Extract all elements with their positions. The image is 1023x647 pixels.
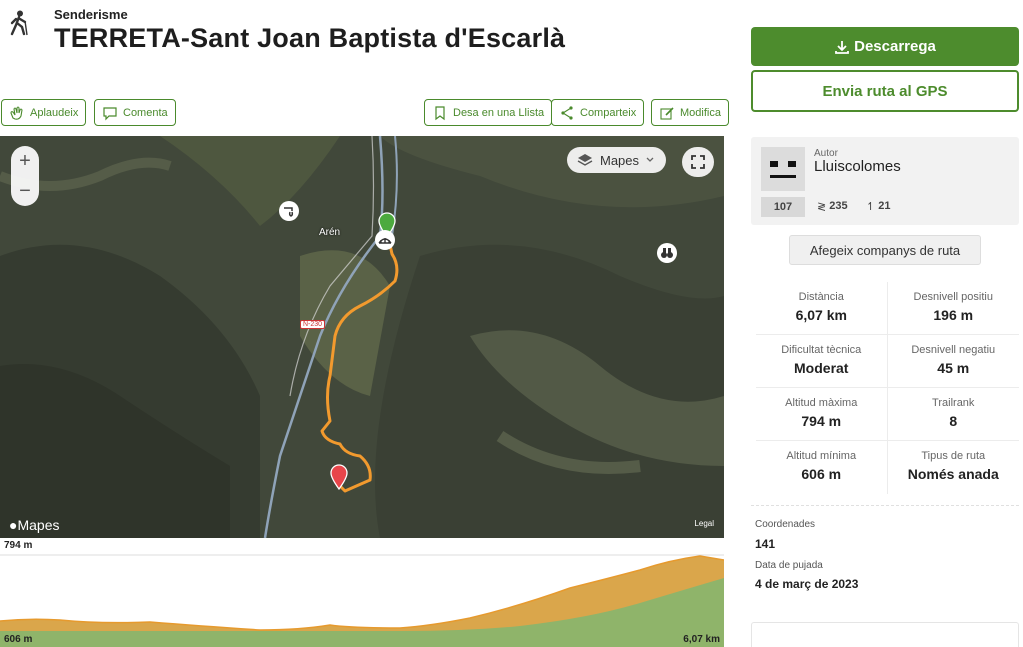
send-gps-button[interactable]: Envia ruta al GPS: [751, 70, 1019, 112]
viewpoint-poi-icon[interactable]: [656, 242, 678, 264]
water-poi-icon[interactable]: [278, 200, 300, 222]
download-button[interactable]: Descarrega: [751, 27, 1019, 66]
bookmark-icon: [435, 105, 445, 120]
trail-count: 235: [829, 200, 848, 212]
elevation-distance-label: 6,07 km: [683, 634, 720, 645]
avatar[interactable]: [761, 147, 805, 191]
map-brand-label: Mapes: [17, 517, 60, 533]
edit-icon: [660, 106, 674, 120]
trail-stats: Distància 6,07 km Desnivell positiu 196 m …: [756, 282, 1019, 494]
add-companions-button[interactable]: Afegeix companys de ruta: [789, 235, 981, 265]
zoom-out-button[interactable]: −: [19, 179, 31, 203]
elevation-max-label: 794 m: [4, 540, 33, 551]
download-icon: [835, 40, 850, 54]
author-followers-stat: ↿ 21: [866, 200, 890, 213]
stat-value: 45 m: [937, 360, 970, 376]
stat-row: Dificultat tècnica Moderat Desnivell nega…: [756, 335, 1019, 388]
stat-label: Trailrank: [932, 397, 975, 409]
stat-elevation-loss: Desnivell negatiu 45 m: [888, 335, 1020, 387]
stat-distance: Distància 6,07 km: [756, 282, 888, 334]
follower-count: 21: [878, 200, 891, 212]
save-list-button[interactable]: Desa en una Llista: [424, 99, 553, 126]
end-marker-icon[interactable]: [329, 464, 349, 490]
stat-elevation-gain: Desnivell positiu 196 m: [888, 282, 1020, 334]
stat-row: Distància 6,07 km Desnivell positiu 196 m: [756, 282, 1019, 335]
follower-icon: ↿: [866, 201, 876, 213]
stat-row: Altitud màxima 794 m Trailrank 8: [756, 388, 1019, 441]
page-title: TERRETA-Sant Joan Baptista d'Escarlà: [54, 23, 566, 53]
stat-label: Altitud màxima: [785, 397, 858, 409]
stat-value: 606 m: [801, 466, 842, 482]
fullscreen-icon: [691, 155, 705, 169]
stat-trailrank: Trailrank 8: [888, 388, 1020, 440]
map-type-selector[interactable]: Mapes: [567, 147, 667, 173]
road-label: N-230: [300, 320, 326, 329]
stat-value: 196 m: [933, 307, 974, 323]
author-trails-stat: ≷ 235: [817, 200, 848, 213]
elevation-profile[interactable]: 794 m 606 m 6,07 km: [0, 538, 724, 647]
stat-difficulty: Dificultat tècnica Moderat: [756, 335, 888, 387]
layers-icon: [577, 154, 593, 166]
chevron-down-icon: [646, 157, 654, 162]
coords-label: Coordenades: [755, 519, 816, 530]
stat-label: Dificultat tècnica: [781, 344, 862, 356]
save-list-label: Desa en una Llista: [453, 106, 545, 119]
stat-value: 8: [949, 413, 958, 429]
clap-icon: [10, 105, 23, 120]
upload-date-value: 4 de març de 2023: [755, 577, 859, 591]
author-card: Autor Lluiscolomes 107 ≷ 235 ↿ 21: [751, 137, 1019, 225]
coords-value: 141: [755, 537, 776, 551]
stat-label: Desnivell positiu: [913, 291, 993, 303]
stat-max-altitude: Altitud màxima 794 m: [756, 388, 888, 440]
bottom-card: [751, 622, 1019, 647]
stat-value: 794 m: [801, 413, 842, 429]
zoom-control: + −: [11, 146, 39, 206]
legal-link[interactable]: Legal: [694, 519, 714, 528]
stat-value: 6,07 km: [795, 307, 847, 323]
download-label: Descarrega: [854, 38, 936, 55]
hiker-icon: [10, 10, 28, 36]
stat-min-altitude: Altitud mínima 606 m: [756, 441, 888, 494]
share-button[interactable]: Comparteix: [551, 99, 645, 126]
elevation-chart: [0, 554, 724, 647]
stat-label: Distància: [798, 291, 844, 303]
stat-value: Moderat: [794, 360, 849, 376]
bridge-poi-icon[interactable]: [374, 229, 396, 251]
stat-label: Tipus de ruta: [921, 450, 986, 462]
activity-type: Senderisme: [54, 7, 128, 22]
stat-value: Només anada: [907, 466, 999, 482]
comment-label: Comenta: [123, 106, 168, 119]
stat-label: Altitud mínima: [786, 450, 857, 462]
comment-button[interactable]: Comenta: [94, 99, 176, 126]
route-map[interactable]: Arén N-230 + − Mapes ●Mapes Legal: [0, 136, 724, 538]
fullscreen-button[interactable]: [682, 147, 714, 177]
upload-date-label: Data de pujada: [755, 560, 823, 571]
applaud-button[interactable]: Aplaudeix: [1, 99, 87, 126]
stat-route-type: Tipus de ruta Només anada: [888, 441, 1020, 494]
zoom-in-button[interactable]: +: [19, 149, 31, 173]
edit-button[interactable]: Modifica: [651, 99, 729, 126]
satellite-terrain: [0, 136, 724, 538]
edit-label: Modifica: [680, 106, 721, 119]
share-icon: [561, 105, 573, 120]
stat-row: Altitud mínima 606 m Tipus de ruta Només a…: [756, 441, 1019, 494]
town-label: Arén: [319, 227, 341, 238]
elevation-min-label: 606 m: [4, 634, 33, 645]
trail-count-icon: ≷: [817, 201, 827, 213]
map-type-label: Mapes: [600, 152, 640, 168]
comment-icon: [103, 106, 117, 120]
rank-badge: 107: [761, 197, 805, 217]
applaud-label: Aplaudeix: [30, 106, 79, 119]
stat-label: Desnivell negatiu: [911, 344, 996, 356]
author-name[interactable]: Lluiscolomes: [814, 158, 901, 175]
map-brand: ●Mapes: [9, 517, 60, 533]
share-label: Comparteix: [580, 106, 637, 119]
divider: [751, 505, 1019, 506]
